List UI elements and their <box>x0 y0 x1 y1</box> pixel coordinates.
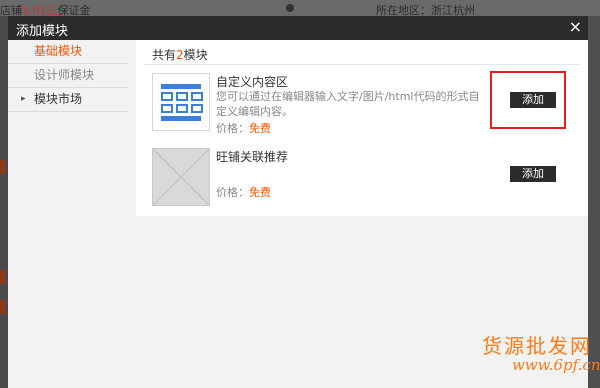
watermark-logo: 货源批发网 <box>482 334 592 358</box>
image-placeholder-icon <box>152 148 210 206</box>
background-mark <box>0 270 6 284</box>
background-mark <box>0 300 6 314</box>
background-location-text: 所在地区：浙江杭州 <box>376 4 475 16</box>
chevron-right-icon: ▸ <box>21 94 26 104</box>
background-left-strip <box>0 16 8 388</box>
sidebar-item-module-market[interactable]: ▸ 模块市场 <box>8 88 128 112</box>
highlight-box <box>490 71 566 129</box>
dialog-header: 添加模块 × <box>8 16 588 40</box>
module-description: 您可以通过在编辑器输入文字/图片/html代码的形式自定义编辑内容。 <box>216 90 480 118</box>
background-price-text: 店铺5.01元保证金 <box>0 4 91 16</box>
module-price: 价格：免费 <box>216 186 271 199</box>
background-mark <box>0 160 6 174</box>
module-name: 自定义内容区 <box>216 75 289 89</box>
background-page: 店铺5.01元保证金 所在地区：浙江杭州 <box>0 0 600 16</box>
module-item: 旺铺关联推荐 价格：免费 <box>152 148 572 208</box>
background-dot <box>286 4 294 12</box>
divider <box>144 64 580 65</box>
module-category-sidebar: 基础模块 设计师模块 ▸ 模块市场 <box>8 40 136 388</box>
sidebar-item-label: 模块市场 <box>34 92 83 106</box>
add-related-recommend-button[interactable]: 添加 <box>510 166 556 182</box>
sidebar-item-basic-modules[interactable]: 基础模块 <box>8 40 128 64</box>
dialog-title: 添加模块 <box>16 24 69 39</box>
close-icon[interactable]: × <box>569 18 582 36</box>
sidebar-item-label: 设计师模块 <box>34 68 95 82</box>
sidebar-item-label: 基础模块 <box>34 44 83 58</box>
module-name: 旺铺关联推荐 <box>216 150 289 164</box>
grid-layout-icon <box>152 73 210 131</box>
module-count: 共有2模块 <box>152 48 208 62</box>
sidebar-item-designer-modules[interactable]: 设计师模块 <box>8 64 128 88</box>
module-price: 价格：免费 <box>216 122 271 135</box>
watermark-url: www.6pf.cn <box>512 356 600 374</box>
